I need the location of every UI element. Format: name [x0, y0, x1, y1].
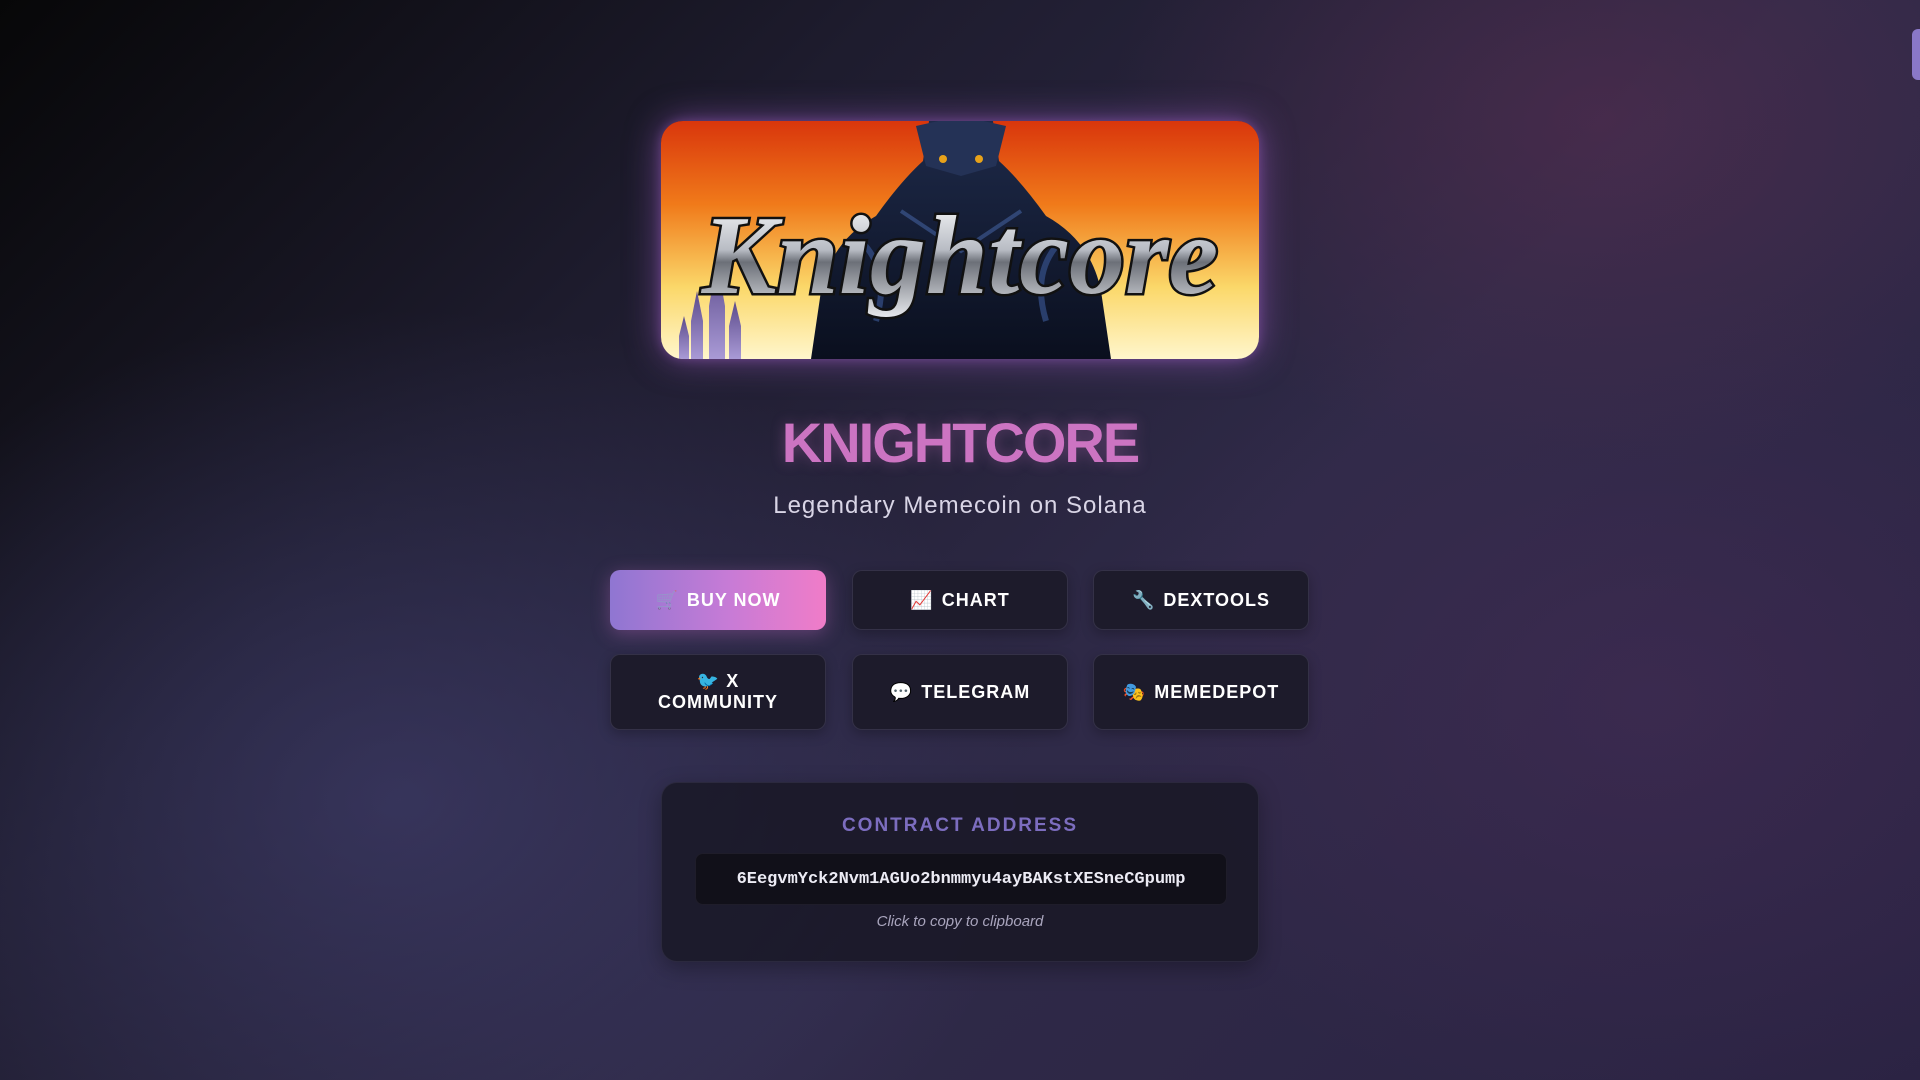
chart-button[interactable]: 📈 CHART — [852, 570, 1068, 630]
page-title: KNIGHTCORE — [781, 411, 1140, 474]
chart-label: CHART — [941, 589, 1010, 610]
community-label: COMMUNITY — [658, 692, 778, 712]
page-subtitle: Legendary Memecoin on Solana — [773, 492, 1147, 519]
x-community-button[interactable]: 🐦 X COMMUNITY — [610, 654, 826, 730]
x-community-line-1: 🐦 X — [697, 671, 739, 692]
theater-masks-icon: 🎭 — [1122, 681, 1147, 702]
dextools-label: DEXTOOLS — [1163, 589, 1271, 610]
bird-icon: 🐦 — [696, 671, 721, 691]
memedepot-label: MEMEDEPOT — [1154, 681, 1280, 702]
speech-bubble-icon: 💬 — [889, 681, 914, 702]
copy-hint: Click to copy to clipboard — [876, 913, 1044, 930]
banner-logo-text: Knightcore — [701, 194, 1219, 318]
contract-address-title: CONTRACT ADDRESS — [841, 815, 1079, 836]
cart-icon: 🛒 — [655, 589, 679, 610]
buy-now-label: BUY NOW — [686, 589, 781, 610]
telegram-button[interactable]: 💬 TELEGRAM — [852, 654, 1068, 730]
side-tab-handle[interactable] — [1912, 29, 1920, 80]
chart-icon: 📈 — [910, 589, 934, 610]
wrench-icon: 🔧 — [1131, 589, 1156, 610]
memedepot-button[interactable]: 🎭 MEMEDEPOT — [1093, 654, 1309, 730]
telegram-label: TELEGRAM — [921, 681, 1031, 702]
knightcore-banner-image: Knightcore — [661, 121, 1259, 359]
contract-address-value: 6EegvmYck2Nvm1AGUo2bnmmyu4ayBAKstXESneCG… — [736, 869, 1186, 889]
dextools-button[interactable]: 🔧 DEXTOOLS — [1093, 570, 1309, 630]
x-label: X — [726, 671, 740, 691]
contract-address-card: CONTRACT ADDRESS 6EegvmYck2Nvm1AGUo2bnmm… — [661, 782, 1259, 962]
contract-address-copy-box[interactable]: 6EegvmYck2Nvm1AGUo2bnmmyu4ayBAKstXESneCG… — [695, 853, 1227, 905]
buy-now-button[interactable]: 🛒 BUY NOW — [610, 570, 826, 630]
